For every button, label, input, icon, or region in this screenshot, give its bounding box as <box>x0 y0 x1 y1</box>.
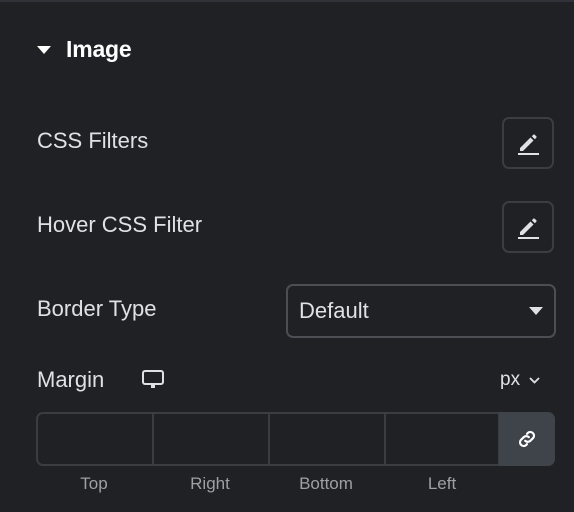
margin-label: Margin <box>37 367 105 392</box>
margin-bottom-label: Bottom <box>299 474 353 493</box>
chevron-down-icon <box>529 376 540 384</box>
link-values-button[interactable] <box>499 412 555 466</box>
margin-left-input[interactable] <box>384 412 500 466</box>
margin-bottom-input[interactable] <box>268 412 384 466</box>
margin-unit-select[interactable]: px <box>500 369 540 391</box>
border-type-select[interactable]: Default <box>286 284 556 338</box>
margin-right-input[interactable] <box>152 412 268 466</box>
margin-dimension-labels: Top Right Bottom Left <box>36 474 500 494</box>
margin-top-label: Top <box>80 474 108 493</box>
margin-top-input[interactable] <box>36 412 152 466</box>
hover-css-filter-edit-button[interactable] <box>502 201 554 253</box>
link-icon <box>518 430 536 448</box>
css-filters-edit-button[interactable] <box>502 117 554 169</box>
margin-dimensions <box>36 412 556 466</box>
pencil-edit-icon <box>518 134 539 155</box>
desktop-icon[interactable] <box>142 370 164 395</box>
hover-css-filter-label: Hover CSS Filter <box>37 212 203 237</box>
pencil-edit-icon <box>518 218 539 239</box>
border-type-label: Border Type <box>37 296 157 321</box>
caret-down-icon <box>37 46 51 54</box>
margin-left-label: Left <box>427 474 457 493</box>
image-style-panel: Image CSS Filters Hover CSS Filter Borde… <box>0 0 574 512</box>
caret-down-icon <box>529 307 543 315</box>
margin-unit-value: px <box>500 369 521 390</box>
section-title: Image <box>66 36 132 62</box>
border-type-selected-value: Default <box>299 298 369 323</box>
css-filters-label: CSS Filters <box>37 128 149 153</box>
margin-right-label: Right <box>190 474 230 493</box>
section-toggle-image[interactable]: Image <box>37 36 132 63</box>
